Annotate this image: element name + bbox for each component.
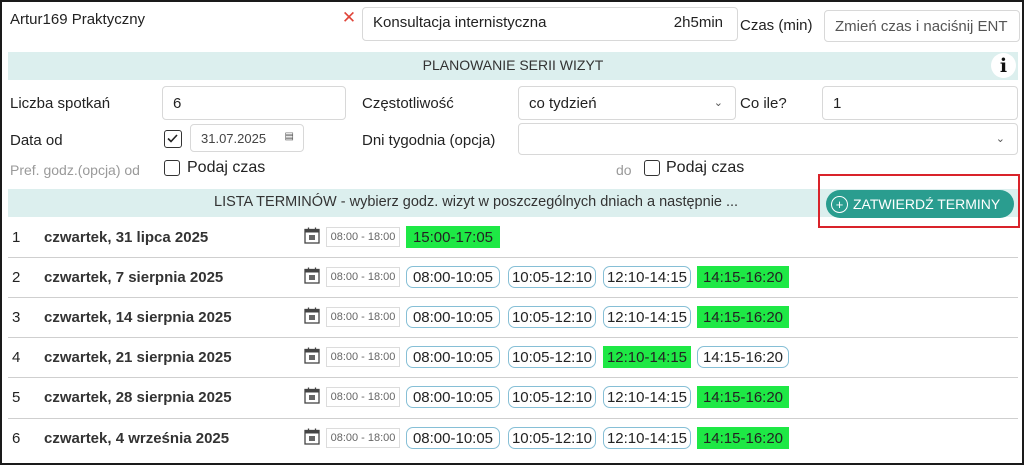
time-range-field[interactable]: 08:00 - 18:00 xyxy=(326,347,400,367)
time-slot[interactable]: 10:05-12:10 xyxy=(508,427,596,449)
count-label: Liczba spotkań xyxy=(10,95,111,112)
calendar-icon[interactable] xyxy=(304,227,320,244)
time-slot-selected[interactable]: 12:10-14:15 xyxy=(603,346,691,368)
pref-from-label: Pref. godz.(opcja) od xyxy=(10,162,140,178)
info-button[interactable]: i xyxy=(991,53,1016,78)
term-row-number: 6 xyxy=(12,430,21,447)
time-slot[interactable]: 10:05-12:10 xyxy=(508,306,596,328)
row-divider xyxy=(8,297,1018,298)
service-duration: 2h5min xyxy=(673,14,723,31)
time-slot-selected[interactable]: 14:15-16:20 xyxy=(697,306,789,328)
service-value: Konsultacja internistyczna xyxy=(373,14,547,31)
time-slot[interactable]: 08:00-10:05 xyxy=(406,346,500,368)
row-divider xyxy=(8,418,1018,419)
term-row-date: czwartek, 28 sierpnia 2025 xyxy=(44,389,232,406)
time-range-field[interactable]: 08:00 - 18:00 xyxy=(326,227,400,247)
row-divider xyxy=(8,337,1018,338)
clear-service-icon[interactable]: ✕ xyxy=(340,9,358,27)
term-row-number: 1 xyxy=(12,229,21,246)
term-row-date: czwartek, 4 września 2025 xyxy=(44,430,230,447)
frequency-label: Częstotliwość xyxy=(362,95,454,112)
time-slot[interactable]: 12:10-14:15 xyxy=(603,266,691,288)
check-icon xyxy=(167,134,178,143)
time-slot[interactable]: 08:00-10:05 xyxy=(406,386,500,408)
time-range-field[interactable]: 08:00 - 18:00 xyxy=(326,267,400,287)
pref-to-label: do xyxy=(616,162,632,178)
duration-input[interactable]: Zmień czas i naciśnij ENT xyxy=(824,10,1020,42)
time-range-field[interactable]: 08:00 - 18:00 xyxy=(326,428,400,448)
calendar-icon[interactable] xyxy=(304,428,320,445)
row-divider xyxy=(8,377,1018,378)
time-slot-selected[interactable]: 14:15-16:20 xyxy=(697,427,789,449)
term-row-number: 5 xyxy=(12,389,21,406)
pref-from-check-label: Podaj czas xyxy=(187,159,266,176)
plus-circle-icon: + xyxy=(831,195,848,213)
date-from-input[interactable]: 31.07.2025 ▤ xyxy=(190,124,304,152)
term-row-number: 3 xyxy=(12,309,21,326)
date-from-label: Data od xyxy=(10,132,63,149)
time-slot[interactable]: 10:05-12:10 xyxy=(508,266,596,288)
calendar-icon[interactable] xyxy=(304,267,320,284)
every-value: 1 xyxy=(833,94,842,112)
planning-header: PLANOWANIE SERII WIZYT i xyxy=(8,52,1018,80)
calendar-icon[interactable] xyxy=(304,347,320,364)
planning-title: PLANOWANIE SERII WIZYT xyxy=(422,57,604,73)
time-slot-selected[interactable]: 14:15-16:20 xyxy=(697,266,789,288)
time-slot[interactable]: 10:05-12:10 xyxy=(508,386,596,408)
time-range-field[interactable]: 08:00 - 18:00 xyxy=(326,387,400,407)
calendar-icon[interactable] xyxy=(304,307,320,324)
time-slot[interactable]: 08:00-10:05 xyxy=(406,266,500,288)
every-input[interactable]: 1 xyxy=(822,86,1018,120)
time-slot[interactable]: 12:10-14:15 xyxy=(603,306,691,328)
frequency-value: co tydzień xyxy=(529,94,597,112)
every-label: Co ile? xyxy=(740,95,787,112)
chevron-down-icon: ⌄ xyxy=(995,133,1005,145)
count-value: 6 xyxy=(173,94,182,112)
chevron-down-icon: ⌄ xyxy=(713,97,723,109)
term-row-number: 4 xyxy=(12,349,21,366)
app-window: Artur169 Praktyczny ✕ Konsultacja intern… xyxy=(0,0,1024,465)
date-from-checkbox[interactable] xyxy=(164,130,182,148)
date-from-value: 31.07.2025 xyxy=(201,130,267,146)
term-row-date: czwartek, 7 sierpnia 2025 xyxy=(44,269,224,286)
service-field[interactable]: Konsultacja internistyczna 2h5min xyxy=(362,7,738,41)
patient-name: Artur169 Praktyczny xyxy=(10,11,146,28)
calendar-icon[interactable] xyxy=(304,387,320,404)
confirm-terms-label: ZATWIERDŹ TERMINY xyxy=(853,196,1001,212)
time-range-field[interactable]: 08:00 - 18:00 xyxy=(326,307,400,327)
time-slot-selected[interactable]: 15:00-17:05 xyxy=(406,226,500,248)
calendar-icon[interactable]: ▤ xyxy=(285,131,294,142)
weekdays-select[interactable]: ⌄ xyxy=(518,123,1018,155)
duration-placeholder: Zmień czas i naciśnij ENT xyxy=(835,17,1008,35)
term-row-date: czwartek, 21 sierpnia 2025 xyxy=(44,349,232,366)
time-slot[interactable]: 14:15-16:20 xyxy=(697,346,789,368)
pref-to-checkbox[interactable] xyxy=(644,160,660,176)
term-row-number: 2 xyxy=(12,269,21,286)
pref-from-checkbox[interactable] xyxy=(164,160,180,176)
time-slot[interactable]: 08:00-10:05 xyxy=(406,427,500,449)
term-row-date: czwartek, 14 sierpnia 2025 xyxy=(44,309,232,326)
frequency-select[interactable]: co tydzień ⌄ xyxy=(518,86,736,120)
time-slot[interactable]: 08:00-10:05 xyxy=(406,306,500,328)
list-title: LISTA TERMINÓW - wybierz godz. wizyt w p… xyxy=(214,194,739,210)
weekdays-label: Dni tygodnia (opcja) xyxy=(362,132,496,149)
time-slot-selected[interactable]: 14:15-16:20 xyxy=(697,386,789,408)
time-slot[interactable]: 10:05-12:10 xyxy=(508,346,596,368)
time-slot[interactable]: 12:10-14:15 xyxy=(603,386,691,408)
term-row-date: czwartek, 31 lipca 2025 xyxy=(44,229,209,246)
row-divider xyxy=(8,257,1018,258)
confirm-terms-button[interactable]: + ZATWIERDŹ TERMINY xyxy=(826,190,1014,218)
time-slot[interactable]: 12:10-14:15 xyxy=(603,427,691,449)
info-icon: i xyxy=(999,54,1008,77)
duration-label: Czas (min) xyxy=(740,17,813,34)
pref-to-check-label: Podaj czas xyxy=(666,159,745,176)
count-input[interactable]: 6 xyxy=(162,86,346,120)
